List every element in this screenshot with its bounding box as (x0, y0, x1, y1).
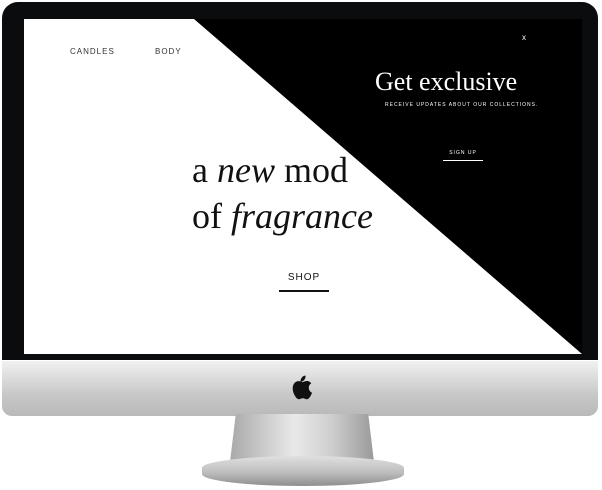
hero-text-of: of (192, 196, 222, 236)
shop-button[interactable]: SHOP (279, 272, 329, 292)
nav-item-candles[interactable]: CANDLES (70, 47, 115, 56)
website-screen: CANDLES BODY a new mod of fragrance SHOP… (24, 19, 582, 354)
hero-text-mod: mod (283, 150, 348, 190)
monitor-stand-neck (230, 414, 374, 462)
imac-monitor: CANDLES BODY a new mod of fragrance SHOP… (0, 0, 602, 490)
popup-subtitle: RECEIVE UPDATES ABOUT OUR COLLECTIONS. (385, 102, 539, 108)
monitor-stand-base (202, 456, 404, 486)
hero-text-new: new (216, 150, 275, 190)
nav-item-body[interactable]: BODY (155, 47, 182, 56)
popup-title: Get exclusive (375, 67, 518, 96)
apple-logo-icon (292, 375, 312, 400)
close-button[interactable]: x (522, 33, 526, 42)
signup-button[interactable]: SIGN UP (443, 150, 483, 161)
hero-text-a: a (192, 150, 208, 190)
hero-text-fragrance: fragrance (231, 196, 373, 236)
